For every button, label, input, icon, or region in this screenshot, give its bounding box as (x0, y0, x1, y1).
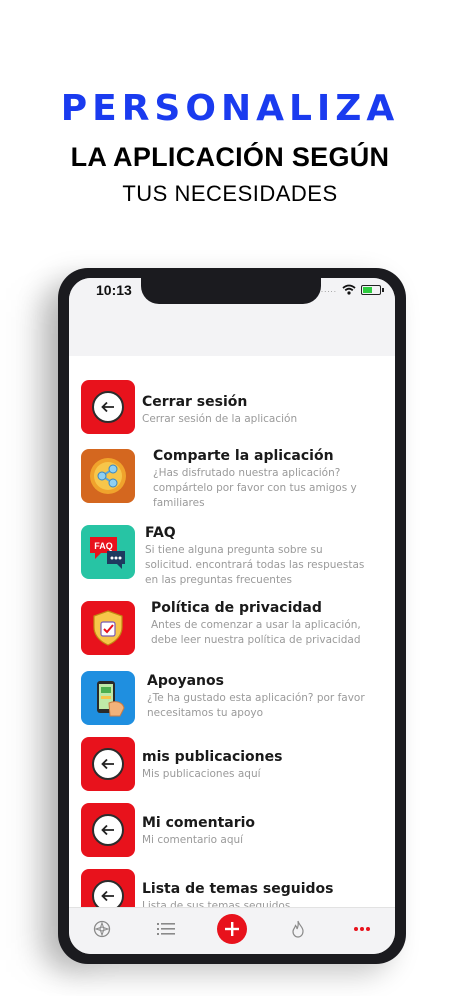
menu-item-title: Cerrar sesión (142, 394, 248, 410)
headline-title: PERSONALIZA (60, 88, 400, 129)
more-dots-icon[interactable] (351, 918, 373, 940)
support-phone-icon (81, 671, 135, 725)
battery-icon (361, 284, 384, 295)
menu-item-desc: Mi comentario aquí (142, 834, 244, 846)
headline-tagline: TUS NECESIDADES (122, 181, 338, 206)
tab-bar (69, 907, 395, 954)
flame-icon[interactable] (287, 918, 309, 940)
share-icon (81, 449, 135, 503)
list-icon[interactable] (155, 918, 177, 940)
logout-icon (81, 380, 135, 434)
menu-item-desc: Cerrar sesión de la aplicación (142, 413, 298, 425)
notch (141, 278, 321, 304)
menu-item-desc: Antes de comenzar a usar la aplicación, … (151, 619, 361, 646)
wifi-icon (342, 284, 356, 295)
add-icon[interactable] (217, 914, 247, 944)
status-icons: ..... (320, 284, 384, 295)
phone-screen: 10:13 ..... Cerrar sesión Cerrar sesión … (69, 278, 395, 954)
back-arrow-icon (81, 803, 135, 857)
svg-text:FAQ: FAQ (94, 541, 113, 551)
menu-item-title: FAQ (145, 525, 176, 541)
status-bar: 10:13 ..... (69, 278, 395, 356)
faq-icon: FAQ (81, 525, 135, 579)
menu-item-title: Lista de temas seguidos (142, 881, 334, 897)
menu-item-desc: ¿Has disfrutado nuestra aplicación? comp… (153, 467, 357, 509)
status-time: 10:13 (96, 282, 132, 298)
phone-frame: 10:13 ..... Cerrar sesión Cerrar sesión … (58, 268, 406, 964)
menu-item-desc: Mis publicaciones aquí (142, 768, 261, 780)
menu-item-title: mis publicaciones (142, 749, 283, 765)
headline-subtitle: LA APLICACIÓN SEGÚN (70, 142, 390, 172)
menu-item-title: Mi comentario (142, 815, 256, 831)
back-arrow-icon (81, 737, 135, 791)
compass-icon[interactable] (91, 918, 113, 940)
menu-item-title: Apoyanos (147, 673, 224, 689)
signal-dots-icon: ..... (320, 285, 337, 294)
menu-item-desc: ¿Te ha gustado esta aplicación? por favo… (147, 692, 365, 719)
menu-item-title: Política de privacidad (151, 600, 322, 616)
menu-item-title: Comparte la aplicación (153, 448, 334, 464)
menu-item-desc: Si tiene alguna pregunta sobre su solici… (145, 544, 365, 586)
privacy-shield-icon (81, 601, 135, 655)
